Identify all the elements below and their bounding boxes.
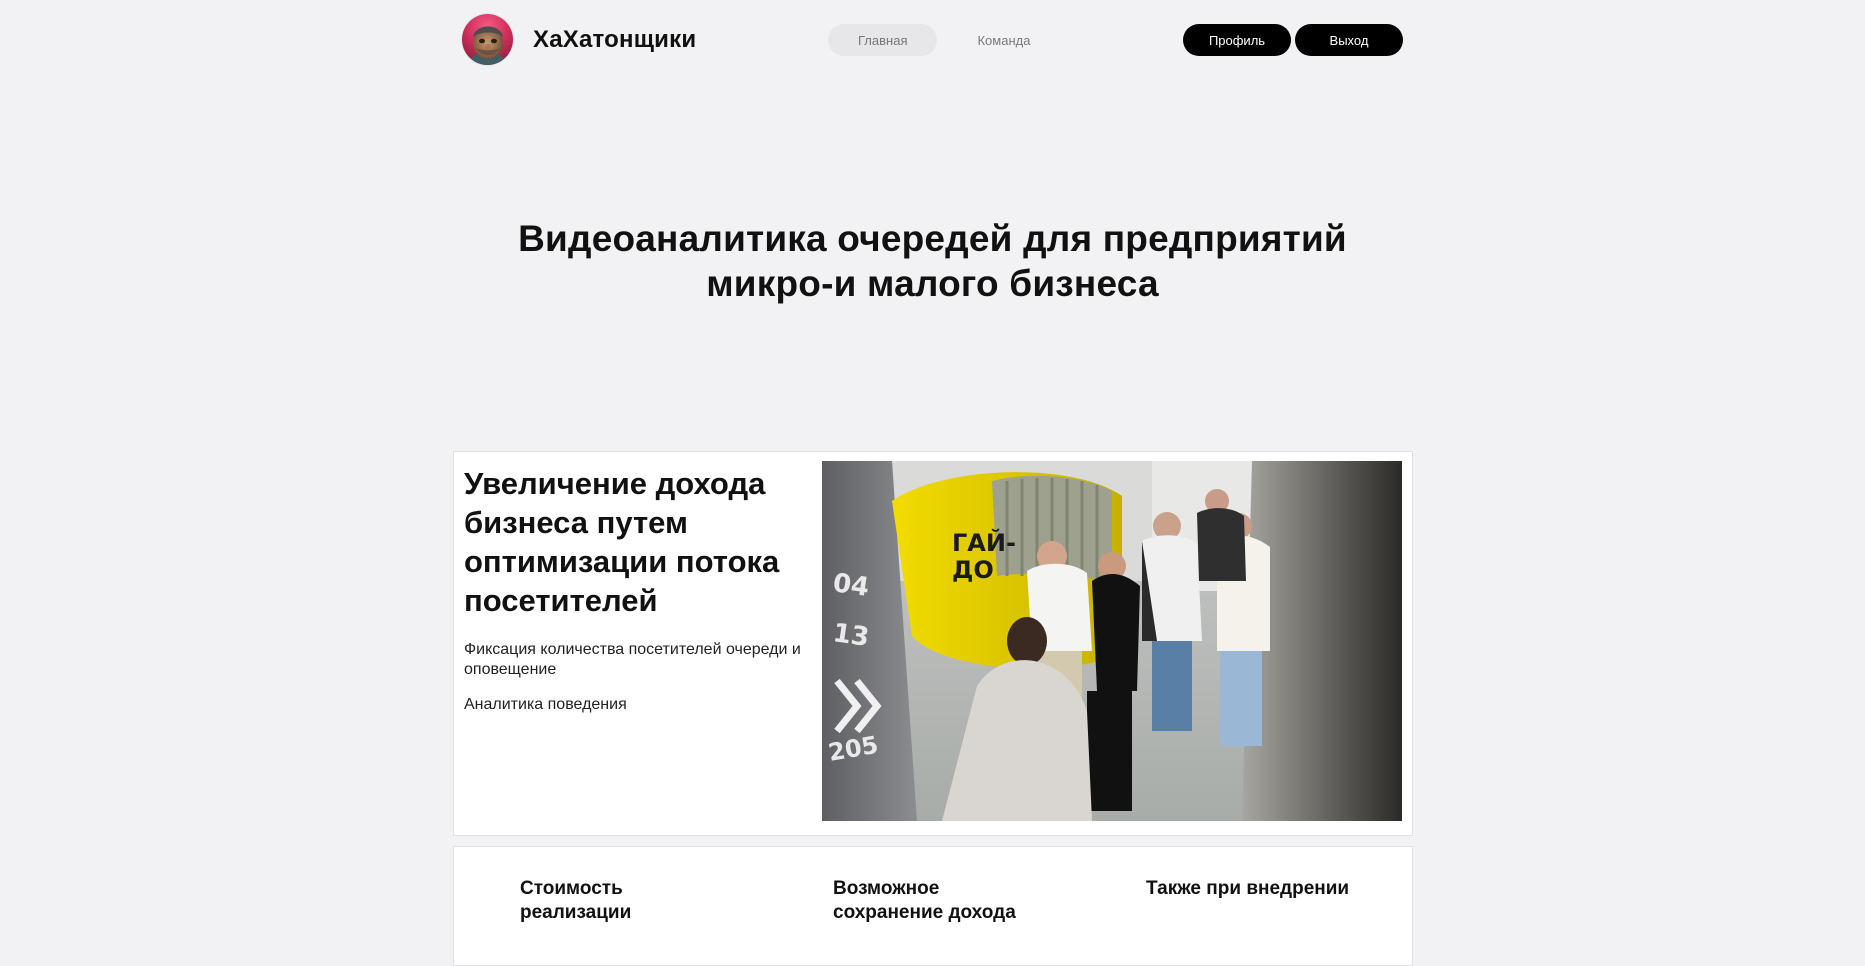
hero-title: Видеоаналитика очередей для предприятий … [518, 218, 1347, 304]
brand-name[interactable]: ХаХатонщики [533, 27, 696, 52]
logout-button[interactable]: Выход [1295, 24, 1403, 56]
nav-item-team[interactable]: Команда [947, 24, 1060, 56]
feature-card: Увеличение дохода бизнеса путем оптимиза… [453, 451, 1413, 836]
header-actions: Профиль Выход [1183, 24, 1403, 56]
stat-also-implementation: Также при внедрении [1146, 878, 1350, 899]
feature-point-queue: Фиксация количества посетителей очереди … [464, 641, 801, 678]
stat-income-saving: Возможное сохранение дохода [833, 878, 1016, 923]
top-header: ХаХатонщики Главная Команда Профиль Выхо… [0, 0, 1865, 80]
nav-item-home[interactable]: Главная [828, 24, 938, 56]
avatar-photo [462, 14, 513, 65]
booth-sign-line-2: ДО [952, 556, 994, 584]
stat-cost: Стоимость реализации [520, 878, 632, 923]
brand[interactable]: ХаХатонщики [462, 14, 696, 65]
profile-button[interactable]: Профиль [1183, 24, 1291, 56]
team-photo-illustration: 04 13 205 ГАЙ- ДО [822, 461, 1402, 821]
avatar[interactable] [462, 14, 513, 65]
wall-number-13: 13 [831, 618, 871, 653]
feature-text: Увеличение дохода бизнеса путем оптимиза… [464, 464, 814, 730]
stats-card: Стоимость реализации Возможное сохранени… [453, 846, 1413, 966]
main-nav: Главная Команда [828, 24, 1060, 56]
feature-title: Увеличение дохода бизнеса путем оптимиза… [464, 466, 780, 618]
wall-number-04: 04 [831, 568, 871, 603]
team-photo: 04 13 205 ГАЙ- ДО [822, 461, 1402, 821]
feature-point-analytics: Аналитика поведения [464, 696, 627, 713]
booth-sign-line-1: ГАЙ- [952, 528, 1016, 557]
